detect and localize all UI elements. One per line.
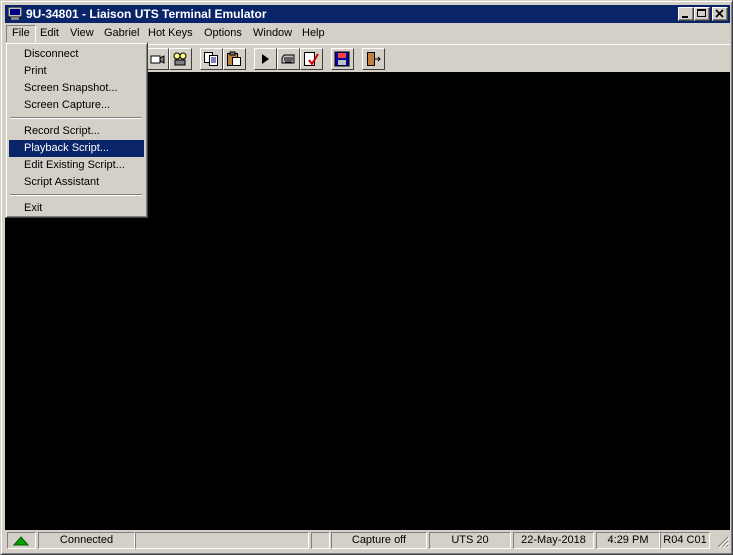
film-reel-button[interactable] <box>169 48 192 70</box>
menu-gabriel[interactable]: Gabriel <box>99 25 144 42</box>
film-reel-icon <box>173 52 187 66</box>
menu-bar: File Edit View Gabriel Hot Keys Options … <box>5 25 730 44</box>
menu-item-exit[interactable]: Exit <box>9 200 144 217</box>
menu-view[interactable]: View <box>65 25 99 42</box>
keyboard-icon <box>281 54 295 64</box>
terminal-type: UTS 20 <box>429 532 511 549</box>
status-pane-small <box>311 532 330 549</box>
menu-edit[interactable]: Edit <box>35 25 64 42</box>
connection-status: Connected <box>38 532 135 549</box>
exit-button[interactable] <box>362 48 385 70</box>
checklist-icon <box>304 52 319 66</box>
resize-grip-icon[interactable] <box>717 536 729 548</box>
menu-item-disconnect[interactable]: Disconnect <box>9 46 144 63</box>
play-button[interactable] <box>254 48 277 70</box>
menu-item-playback-script[interactable]: Playback Script... <box>9 140 144 157</box>
menu-separator <box>10 194 142 196</box>
menu-options[interactable]: Options <box>199 25 247 42</box>
time-display: 4:29 PM <box>596 532 660 549</box>
menu-hot-keys[interactable]: Hot Keys <box>143 25 198 42</box>
capture-status: Capture off <box>331 532 427 549</box>
close-icon <box>715 9 724 18</box>
title-bar[interactable]: 9U-34801 - Liaison UTS Terminal Emulator <box>5 5 730 23</box>
copy-button[interactable] <box>200 48 223 70</box>
minimize-icon <box>682 16 688 18</box>
terminal-app-icon <box>8 7 22 20</box>
status-pane-empty <box>135 532 309 549</box>
exit-door-icon <box>367 52 381 66</box>
keyboard-button[interactable] <box>277 48 300 70</box>
disk-button[interactable] <box>331 48 354 70</box>
cursor-position: R04 C01 <box>660 532 710 549</box>
window-title: 9U-34801 - Liaison UTS Terminal Emulator <box>26 7 267 21</box>
menu-item-script-assistant[interactable]: Script Assistant <box>9 174 144 191</box>
disk-icon <box>334 51 350 67</box>
checklist-button[interactable] <box>300 48 323 70</box>
paste-button[interactable] <box>223 48 246 70</box>
camera-icon <box>150 55 165 64</box>
maximize-button[interactable] <box>694 7 710 21</box>
menu-item-record-script[interactable]: Record Script... <box>9 123 144 140</box>
menu-item-screen-capture[interactable]: Screen Capture... <box>9 97 144 114</box>
menu-item-edit-existing-script[interactable]: Edit Existing Script... <box>9 157 144 174</box>
connection-indicator[interactable] <box>7 532 36 549</box>
menu-help[interactable]: Help <box>297 25 330 42</box>
status-bar: Connected Capture off UTS 20 22-May-2018… <box>5 532 730 549</box>
close-button[interactable] <box>712 7 728 21</box>
maximize-icon <box>697 9 706 17</box>
menu-window[interactable]: Window <box>248 25 297 42</box>
play-icon <box>262 54 269 64</box>
connected-arrow-icon <box>12 536 30 546</box>
date-display: 22-May-2018 <box>513 532 594 549</box>
menu-item-screen-snapshot[interactable]: Screen Snapshot... <box>9 80 144 97</box>
file-menu-dropdown: Disconnect Print Screen Snapshot... Scre… <box>5 42 148 218</box>
menu-item-print[interactable]: Print <box>9 63 144 80</box>
copy-icon <box>204 52 218 66</box>
paste-icon <box>227 51 241 66</box>
menu-separator <box>10 117 142 119</box>
minimize-button[interactable] <box>678 7 694 21</box>
camera-button[interactable] <box>146 48 169 70</box>
